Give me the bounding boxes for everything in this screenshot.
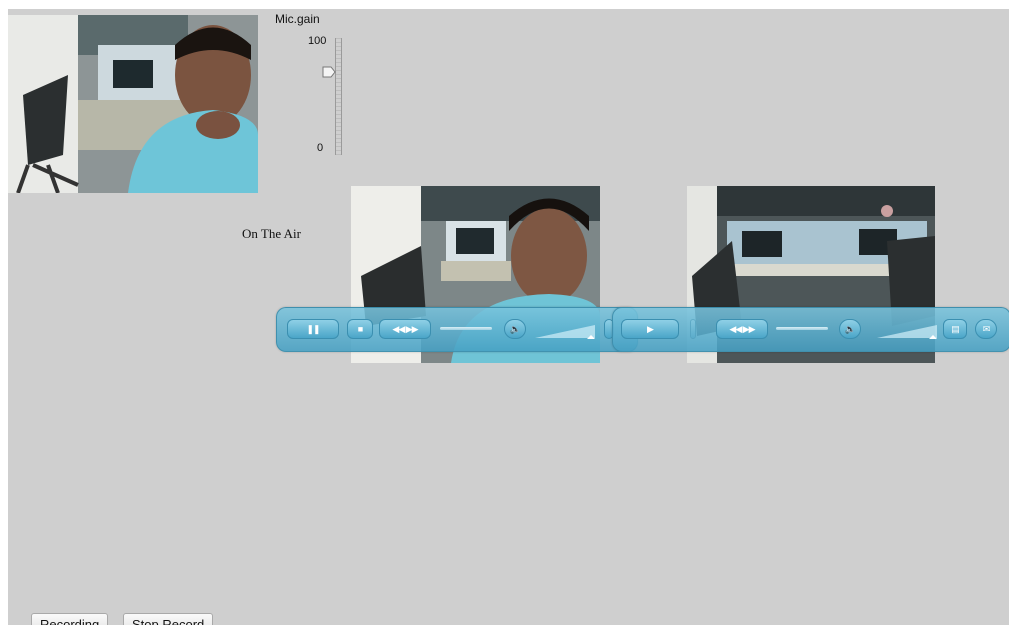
remote-control-bar: ▶ ◀◀ ▶▶ 🔈 ▤ ✉ (612, 307, 1009, 352)
mic-gain-slider-track[interactable] (335, 38, 342, 155)
picture-in-picture-icon[interactable]: ▤ (943, 319, 967, 339)
stop-button[interactable]: ■ (347, 319, 373, 339)
volume-icon[interactable]: 🔈 (839, 319, 861, 339)
volume-icon[interactable]: 🔈 (504, 319, 526, 339)
mic-gain-slider-thumb[interactable] (322, 65, 336, 78)
seek-bar[interactable] (776, 327, 828, 330)
chat-bubble-icon[interactable]: ✉ (975, 319, 997, 339)
play-button[interactable]: ▶ (621, 319, 679, 339)
on-air-label: On The Air (242, 226, 301, 241)
broadcast-control-bar: ❚❚ ■ ◀◀ ▶▶ 🔈 (276, 307, 638, 352)
stop-record-button[interactable]: Stop Record (123, 613, 214, 625)
mic-gain-min-label: 0 (317, 142, 324, 154)
stage: Mic.gain 100 0 On The Air ❚❚ ■ ◀◀ ▶▶ 🔈 ▶… (8, 9, 1009, 625)
mic-gain-label: Mic.gain (275, 12, 320, 26)
volume-slider[interactable] (877, 320, 937, 340)
stop-button[interactable] (690, 319, 696, 339)
local-camera-preview (8, 15, 258, 193)
seek-bar[interactable] (440, 327, 492, 330)
rewind-fastforward-button[interactable]: ◀◀ ▶▶ (379, 319, 431, 339)
recording-button[interactable]: Recording (31, 613, 109, 625)
pause-button[interactable]: ❚❚ (287, 319, 339, 339)
rewind-fastforward-button[interactable]: ◀◀ ▶▶ (716, 319, 768, 339)
mic-gain-max-label: 100 (308, 35, 327, 47)
volume-slider[interactable] (535, 320, 595, 340)
